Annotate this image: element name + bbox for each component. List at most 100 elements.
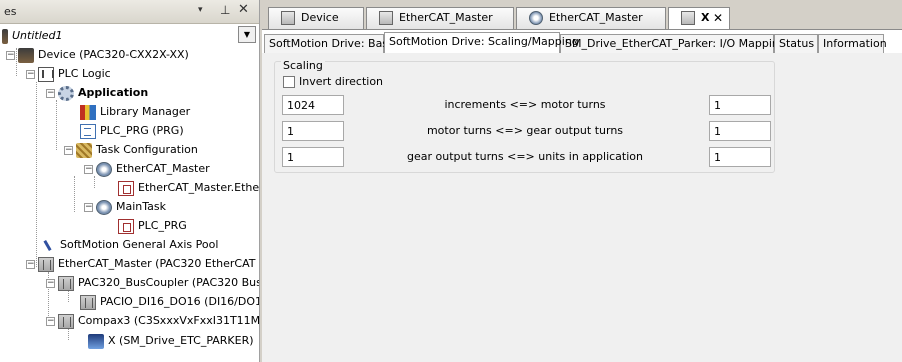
ethercat-master-icon [379,11,393,25]
increments-motor-turns-label: increments <=> motor turns [444,98,606,111]
tree-item-label: Untitled1 [12,29,63,42]
tree-item-label: Library Manager [100,105,191,118]
pin-icon[interactable]: ⊥ [220,3,230,17]
drive-device-icon [58,313,74,329]
tree-item-label: SoftMotion General Axis Pool [60,238,219,251]
units-in-application-input[interactable] [709,147,771,167]
ethercat-master-icon [38,256,54,272]
program-icon [80,123,96,139]
tab-x[interactable]: X ✕ [668,7,730,29]
device-tree-panel: es ▾ ⊥ ✕ ▼ Untitled1 − Device (PAC320-CXX… [0,0,260,362]
tree-item-project[interactable]: Untitled1 [2,26,63,45]
library-icon [80,104,96,120]
scaling-legend: Scaling [281,59,325,72]
scaling-mapping-content: Scaling Invert direction increments <=> … [262,53,902,362]
increments-input[interactable] [282,95,344,115]
tab-softmotion-basic[interactable]: SoftMotion Drive: Basic [264,34,397,53]
tree-item-plc-logic[interactable]: − PLC Logic [26,64,111,83]
program-call-icon [118,180,134,196]
tree-item-device[interactable]: − Device (PAC320-CXX2X-XX) [6,45,189,64]
invert-direction-checkbox[interactable]: Invert direction [283,75,383,88]
tree-item-label: PAC320_BusCoupler (PAC320 BusCoupler) [78,276,259,289]
tree-item-label: Compax3 (C3SxxxVxFxxI31T11MxxC3) [78,314,260,327]
tab-ethercat-master-task[interactable]: EtherCAT_Master [516,7,666,29]
tree-item-task-configuration[interactable]: − Task Configuration [64,140,198,159]
collapse-icon[interactable]: − [46,88,55,98]
tree-item-plc-prg[interactable]: PLC_PRG (PRG) [80,121,184,140]
tree-item-label: EtherCAT_Master [116,162,210,175]
tree-item-ethercat-master-task[interactable]: − EtherCAT_Master [84,159,210,178]
tree-item-maintask[interactable]: − MainTask [84,197,166,216]
tab-information[interactable]: Information [818,34,887,53]
tree-item-label: PLC Logic [58,67,111,80]
checkbox-icon[interactable] [283,76,295,88]
editor-sub-tabs: SoftMotion Drive: Basic SoftMotion Drive… [262,32,902,55]
tree-item-compax3[interactable]: − Compax3 (C3SxxxVxFxxI31T11MxxC3) [46,311,260,330]
close-tab-icon[interactable]: ✕ [713,8,723,28]
tab-status[interactable]: Status [774,34,818,53]
tree-item-label: MainTask [116,200,166,213]
project-icon [2,28,8,44]
collapse-icon[interactable]: − [84,164,93,174]
softmotion-drive-icon [88,333,104,349]
editor-area: Device EtherCAT_Master EtherCAT_Master X… [262,0,902,362]
collapse-icon[interactable]: − [6,50,15,60]
tree-item-label: Application [78,86,149,99]
tree-item-buscoupler[interactable]: − PAC320_BusCoupler (PAC320 BusCoupler) [46,273,259,292]
tab-label: EtherCAT_Master [549,11,643,24]
tree-item-label: Device (PAC320-CXX2X-XX) [38,48,189,61]
tree-item-plc-prg-call[interactable]: PLC_PRG [118,216,187,235]
tab-softmotion-scaling-mapping[interactable]: SoftMotion Drive: Scaling/Mapping [384,32,579,53]
motor-turns-input[interactable] [709,95,771,115]
gear-units-application-label: gear output turns <=> units in applicati… [407,150,643,163]
task-configuration-icon [76,142,92,158]
tab-label: EtherCAT_Master [399,11,493,24]
panel-title: es [4,5,17,18]
invert-direction-label: Invert direction [299,75,384,88]
drive-icon [681,11,695,25]
tree-item-application[interactable]: − Application [46,83,148,102]
tree-item-x-drive[interactable]: X (SM_Drive_ETC_PARKER) [88,331,254,350]
drive-editor: SoftMotion Drive: Basic SoftMotion Drive… [262,29,902,362]
tree-item-label: X (SM_Drive_ETC_PARKER) [108,334,254,347]
document-tab-strip: Device EtherCAT_Master EtherCAT_Master X… [262,7,902,29]
device-icon [281,11,295,25]
collapse-icon[interactable]: − [26,69,35,79]
gear-output-units-input[interactable] [282,147,344,167]
program-call-icon [118,218,134,234]
tree-item-ethercat-master[interactable]: − EtherCAT_Master (PAC320 EtherCAT Master… [26,254,259,273]
plc-logic-icon [38,66,54,82]
panel-header: es ▾ ⊥ ✕ [0,0,259,24]
tree-item-ethercat-task-call[interactable]: EtherCAT_Master.EtherCAT_Task [118,178,260,197]
collapse-icon[interactable]: − [46,316,55,326]
application-icon [58,85,74,101]
tree-dropdown-button[interactable]: ▼ [238,26,256,43]
tab-label: Device [301,11,339,24]
task-icon [96,161,112,177]
tree-item-label: PLC_PRG (PRG) [100,124,184,137]
scaling-group: Scaling Invert direction increments <=> … [274,59,775,173]
tree-item-label: Task Configuration [96,143,198,156]
motor-turns-gear-input[interactable] [282,121,344,141]
tree-item-label: PACIO_DI16_DO16 (DI16/DO16) [100,295,260,308]
tree-item-label: EtherCAT_Master (PAC320 EtherCAT Master) [58,257,259,270]
close-icon[interactable]: ✕ [238,2,249,17]
tab-io-mapping[interactable]: SM_Drive_EtherCAT_Parker: I/O Mapping [560,34,786,53]
tab-device[interactable]: Device [268,7,364,29]
device-icon [18,47,34,63]
collapse-icon[interactable]: − [26,259,35,269]
gear-output-turns-input[interactable] [709,121,771,141]
tree-item-label: EtherCAT_Master.EtherCAT_Task [138,181,260,194]
collapse-icon[interactable]: − [64,145,73,155]
tree-item-library-manager[interactable]: Library Manager [80,102,190,121]
collapse-icon[interactable]: − [46,278,55,288]
tab-ethercat-master-device[interactable]: EtherCAT_Master [366,7,514,29]
tree-item-axis-pool[interactable]: SoftMotion General Axis Pool [44,235,218,254]
collapse-icon[interactable]: − [84,202,93,212]
axis-pool-icon [44,238,56,253]
task-icon [529,11,543,25]
motor-gear-turns-label: motor turns <=> gear output turns [426,124,624,137]
bus-coupler-icon [58,275,74,291]
chevron-down-icon[interactable]: ▾ [198,5,203,15]
tree-item-pacio[interactable]: PACIO_DI16_DO16 (DI16/DO16) [80,292,260,311]
